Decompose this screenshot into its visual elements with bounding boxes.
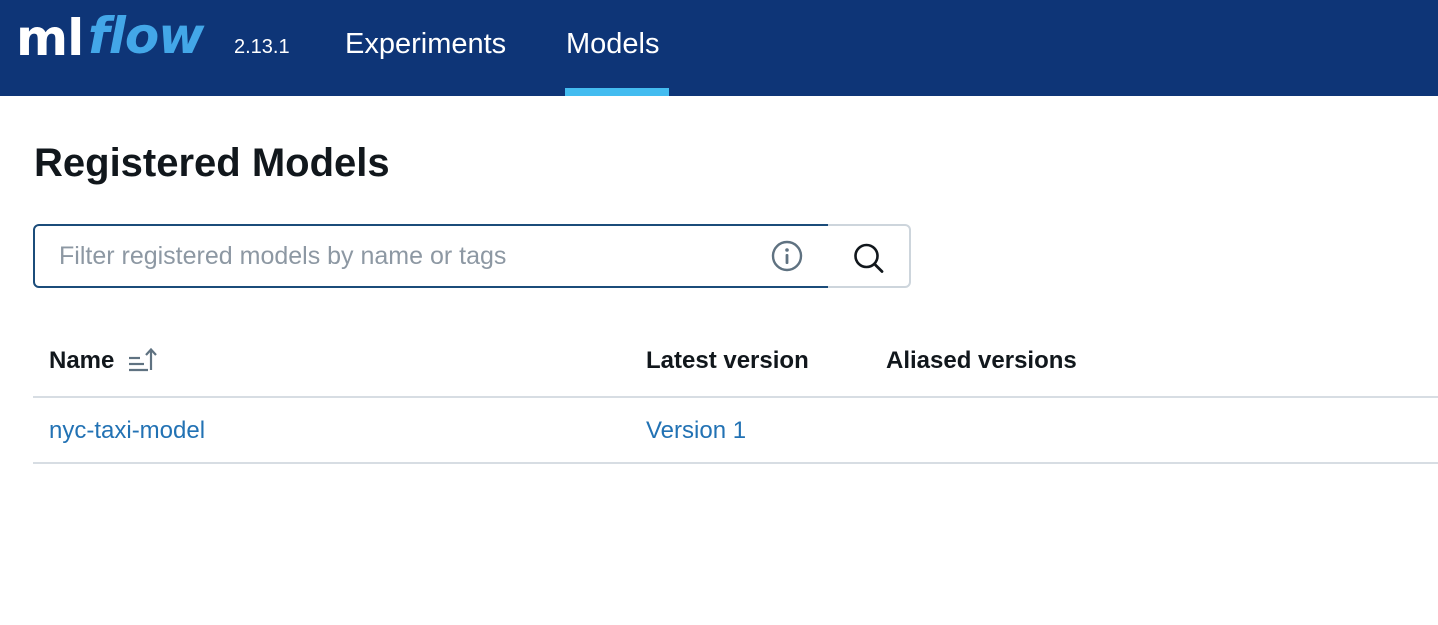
nav-models[interactable]: Models — [566, 24, 660, 64]
column-header-aliased-versions: Aliased versions — [886, 347, 1077, 374]
logo-flow-text: flow — [88, 7, 204, 65]
sort-ascending-icon[interactable] — [128, 346, 160, 381]
search-field — [33, 224, 830, 288]
search-input[interactable] — [59, 226, 759, 286]
column-header-name[interactable]: Name — [49, 346, 114, 376]
version-label: 2.13.1 — [234, 36, 290, 58]
search-button[interactable] — [828, 224, 911, 288]
table-header-divider — [33, 396, 1438, 398]
table-row-divider — [33, 462, 1438, 464]
column-header-latest-version: Latest version — [646, 347, 809, 374]
info-icon[interactable] — [771, 240, 803, 272]
logo-ml-text: ml — [16, 9, 84, 67]
active-nav-indicator — [565, 88, 669, 96]
nav-experiments[interactable]: Experiments — [345, 24, 506, 64]
page-title: Registered Models — [34, 141, 390, 185]
latest-version-link[interactable]: Version 1 — [646, 416, 746, 446]
search-icon — [854, 243, 884, 273]
model-name-link[interactable]: nyc-taxi-model — [49, 416, 205, 446]
top-navigation-bar: ml flow 2.13.1 Experiments Models — [0, 0, 1438, 96]
